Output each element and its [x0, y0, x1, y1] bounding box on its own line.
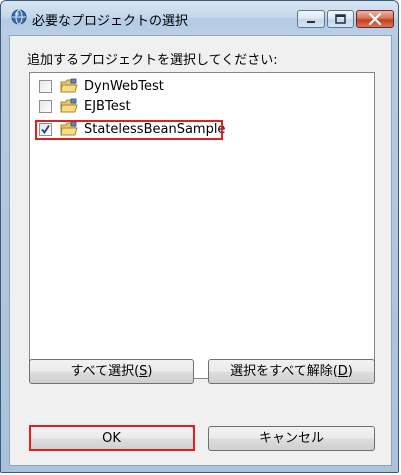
deselect-all-button[interactable]: 選択をすべて解除(D) — [208, 359, 375, 384]
close-button[interactable] — [356, 10, 394, 28]
dialog-window: 必要なプロジェクトの選択 追加するプロジェクトを選択してください: DynWeb… — [0, 0, 399, 473]
project-item-statelessbeansample[interactable]: StatelessBeanSample — [30, 119, 374, 140]
title-bar[interactable]: 必要なプロジェクトの選択 — [1, 1, 398, 35]
dialog-client-area: 追加するプロジェクトを選択してください: DynWebTest EJBTest … — [9, 35, 392, 466]
window-title: 必要なプロジェクトの選択 — [32, 14, 189, 29]
project-folder-icon — [60, 78, 78, 94]
project-checkbox[interactable] — [39, 100, 52, 113]
deselect-all-suffix: ) — [347, 364, 353, 379]
project-checkbox[interactable] — [39, 80, 52, 93]
deselect-all-label: 選択をすべて解除( — [230, 364, 338, 379]
minimize-button[interactable] — [297, 10, 325, 28]
project-list[interactable]: DynWebTest EJBTest StatelessBeanSample — [29, 72, 375, 379]
close-icon — [368, 12, 382, 26]
checkmark-icon — [41, 125, 50, 135]
dialog-prompt: 追加するプロジェクトを選択してください: — [27, 53, 278, 68]
deselect-all-mnemonic: D — [337, 364, 348, 379]
eclipse-globe-icon — [11, 9, 27, 25]
cancel-button[interactable]: キャンセル — [208, 426, 375, 451]
project-folder-icon — [60, 121, 78, 137]
project-label: DynWebTest — [84, 79, 164, 94]
minimize-icon — [307, 21, 315, 23]
ok-button[interactable]: OK — [29, 426, 194, 451]
select-all-suffix: ) — [147, 364, 153, 379]
select-all-button[interactable]: すべて選択(S) — [29, 359, 194, 384]
project-label: StatelessBeanSample — [84, 122, 226, 137]
project-label: EJBTest — [84, 99, 131, 114]
maximize-icon — [335, 14, 346, 24]
select-all-label: すべて選択( — [70, 364, 140, 379]
maximize-button[interactable] — [327, 10, 354, 28]
project-folder-icon — [60, 98, 78, 114]
project-item-ejbtest[interactable]: EJBTest — [30, 96, 374, 116]
project-checkbox-checked[interactable] — [39, 123, 52, 136]
project-item-dynwebtest[interactable]: DynWebTest — [30, 76, 374, 96]
